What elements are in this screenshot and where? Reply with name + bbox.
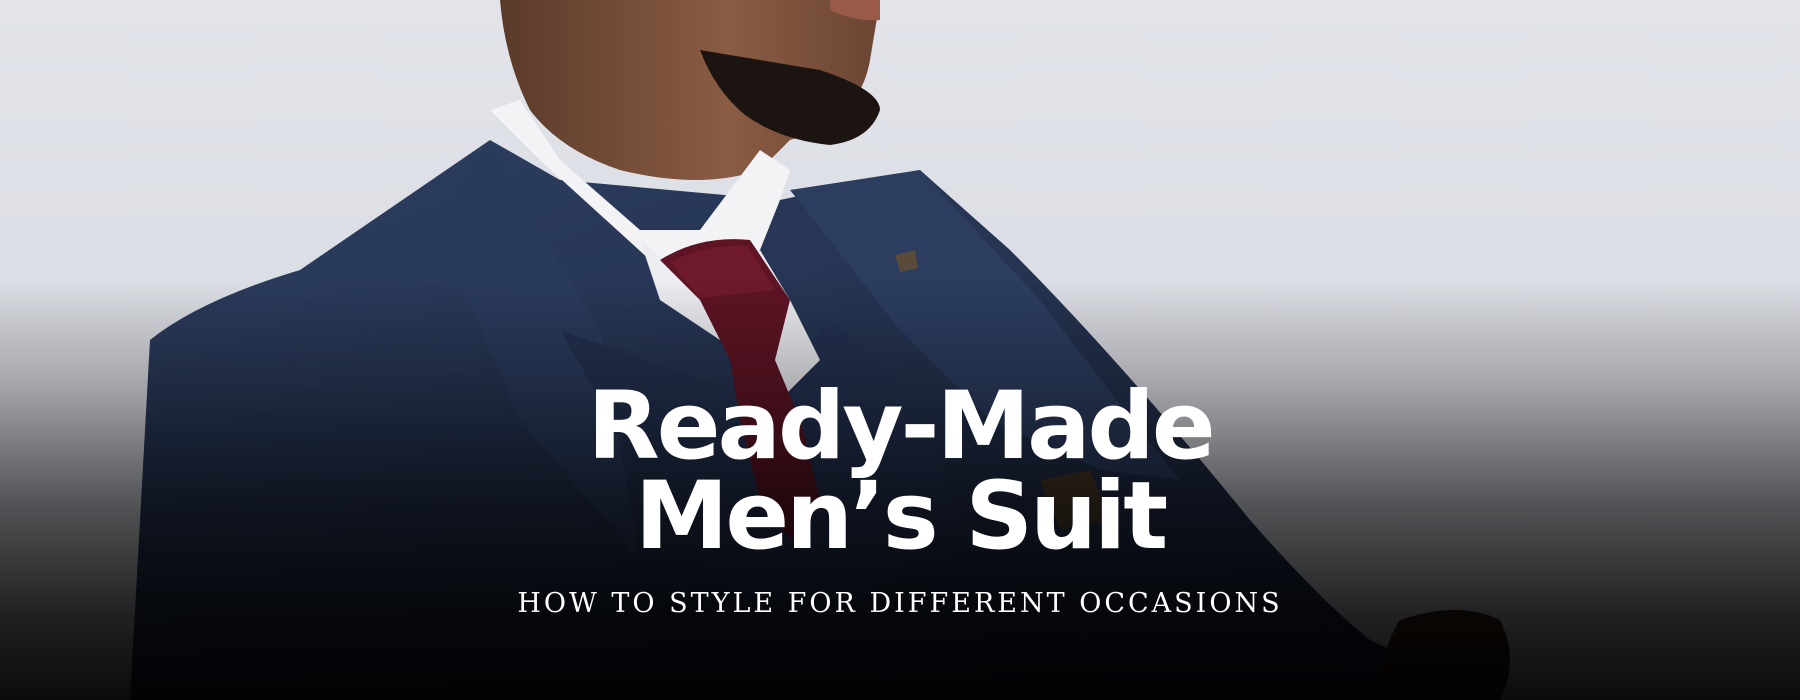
hero-banner: Ready-Made Men’s Suit HOW TO STYLE FOR D… <box>0 0 1800 700</box>
title-line-1: Ready-Made <box>587 372 1215 481</box>
title-line-2: Men’s Suit <box>634 462 1168 571</box>
subtitle: HOW TO STYLE FOR DIFFERENT OCCASIONS <box>517 588 1283 619</box>
hero-caption: Ready-Made Men’s Suit HOW TO STYLE FOR D… <box>0 372 1800 620</box>
